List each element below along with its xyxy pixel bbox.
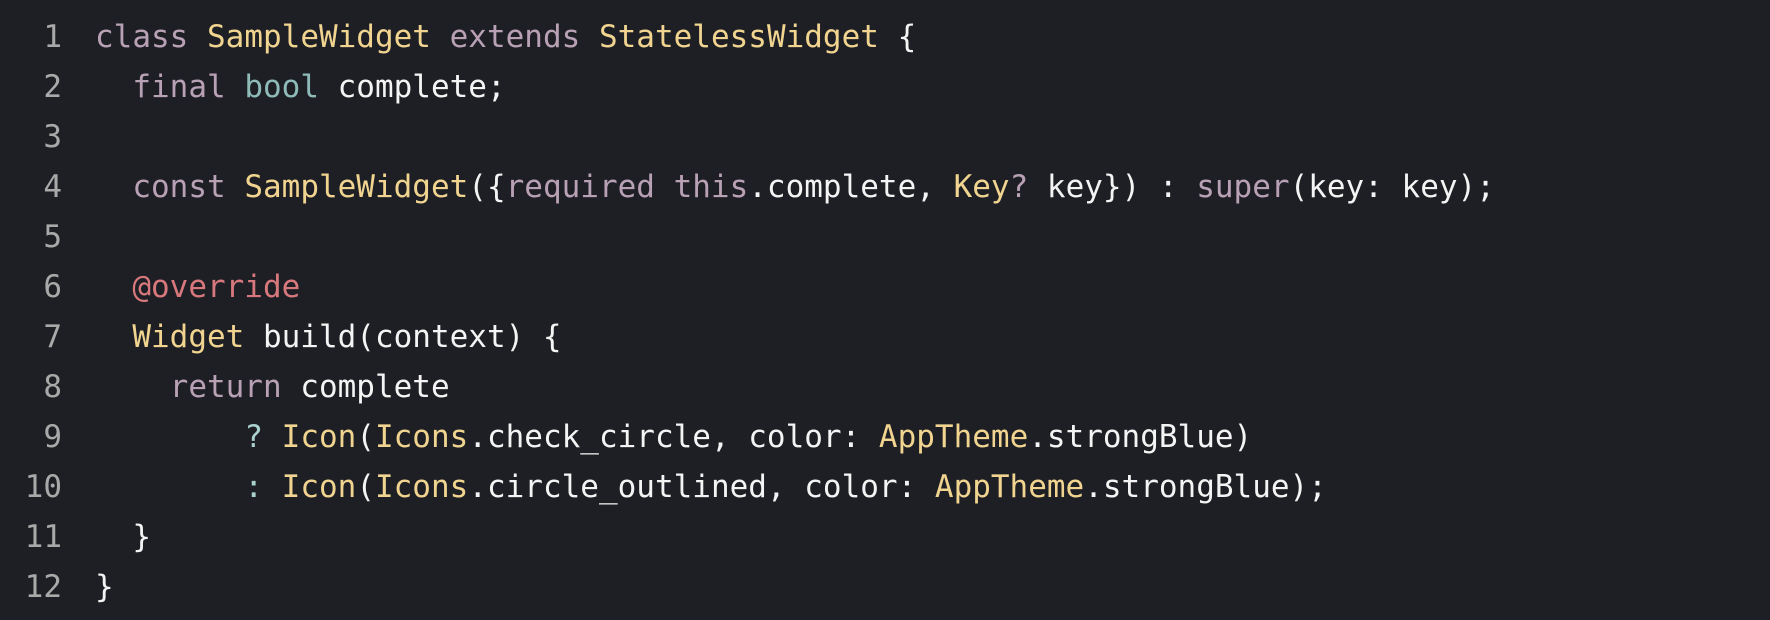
code-editor[interactable]: 1 class SampleWidget extends StatelessWid…: [0, 0, 1770, 620]
code-token-type: Icon: [281, 419, 357, 455]
line-number: 12: [24, 569, 62, 605]
code-line[interactable]: 2 final bool complete;: [0, 62, 1770, 112]
code-text: Widget build(context) {: [95, 312, 562, 362]
code-token-type: Icons: [374, 419, 469, 455]
code-token-keyword: ?: [1009, 169, 1029, 205]
code-line[interactable]: 8 return complete: [0, 362, 1770, 412]
code-text: : Icon(Icons.circle_outlined, color: App…: [95, 462, 1327, 512]
code-token-plain: ({: [468, 169, 506, 205]
code-token-plain: }: [95, 569, 114, 605]
code-text: }: [95, 562, 114, 612]
code-token-class: StatelessWidget: [598, 19, 879, 55]
code-token-operator: :: [244, 469, 263, 505]
code-token-plain: .strongBlue);: [1084, 469, 1327, 505]
code-line[interactable]: 1 class SampleWidget extends StatelessWid…: [0, 12, 1770, 62]
code-line[interactable]: 4 const SampleWidget({required this.comp…: [0, 162, 1770, 212]
code-token-builtin: bool: [244, 69, 319, 105]
line-number: 8: [43, 369, 62, 405]
line-number: 9: [43, 419, 62, 455]
code-token-plain: .circle_outlined, color:: [468, 469, 935, 505]
line-number: 1: [43, 19, 62, 55]
code-token-keyword: this: [673, 169, 749, 205]
code-token-plain: key}) :: [1028, 169, 1197, 205]
code-token-keyword: super: [1196, 169, 1290, 205]
code-token-type: AppTheme: [934, 469, 1085, 505]
code-token-class: SampleWidget: [207, 19, 431, 55]
code-token-keyword: required: [505, 169, 655, 205]
code-token-type: Icons: [374, 469, 469, 505]
line-number: 3: [43, 119, 62, 155]
code-line[interactable]: 11 }: [0, 512, 1770, 562]
line-number: 10: [24, 469, 62, 505]
code-text: class SampleWidget extends StatelessWidg…: [95, 12, 916, 62]
line-number: 7: [43, 319, 62, 355]
code-token-keyword: class: [95, 19, 189, 55]
code-token-plain: complete;: [318, 69, 506, 105]
code-token-operator: ?: [244, 419, 263, 455]
code-token-keyword: return: [169, 369, 282, 405]
code-token-type: Icon: [281, 469, 357, 505]
code-token-keyword: final: [132, 69, 226, 105]
code-token-plain: (: [356, 469, 375, 505]
code-token-plain: build(context) {: [244, 319, 562, 355]
code-text: }: [95, 512, 151, 562]
code-text: @override: [95, 262, 300, 312]
code-token-type: Widget: [132, 319, 245, 355]
code-token-keyword: extends: [449, 19, 581, 55]
code-token-class: SampleWidget: [244, 169, 469, 205]
code-token-annotation: @override: [132, 269, 301, 305]
code-token-type: AppTheme: [878, 419, 1029, 455]
code-token-plain: .complete,: [748, 169, 954, 205]
code-line[interactable]: 3: [0, 112, 1770, 162]
code-token-plain: }: [95, 519, 151, 555]
line-number: 11: [24, 519, 62, 555]
code-line[interactable]: 5: [0, 212, 1770, 262]
code-token-plain: (: [356, 419, 375, 455]
code-line[interactable]: 9 ? Icon(Icons.check_circle, color: AppT…: [0, 412, 1770, 462]
line-number: 4: [43, 169, 62, 205]
line-number: 6: [43, 269, 62, 305]
line-number: 5: [43, 219, 62, 255]
code-text: ? Icon(Icons.check_circle, color: AppThe…: [95, 412, 1252, 462]
code-token-type: Key: [953, 169, 1010, 205]
code-line[interactable]: 10 : Icon(Icons.circle_outlined, color: …: [0, 462, 1770, 512]
code-text: return complete: [95, 362, 450, 412]
code-token-keyword: const: [132, 169, 226, 205]
code-token-plain: .strongBlue): [1028, 419, 1253, 455]
code-token-plain: .check_circle, color:: [468, 419, 879, 455]
line-number: 2: [43, 69, 62, 105]
code-line[interactable]: 12}: [0, 562, 1770, 612]
code-line[interactable]: 7 Widget build(context) {: [0, 312, 1770, 362]
code-token-plain: complete: [281, 369, 450, 405]
code-text: const SampleWidget({required this.comple…: [95, 162, 1495, 212]
code-line[interactable]: 6 @override: [0, 262, 1770, 312]
code-token-plain: {: [878, 19, 917, 55]
code-token-plain: (key: key);: [1289, 169, 1495, 205]
code-text: final bool complete;: [95, 62, 506, 112]
